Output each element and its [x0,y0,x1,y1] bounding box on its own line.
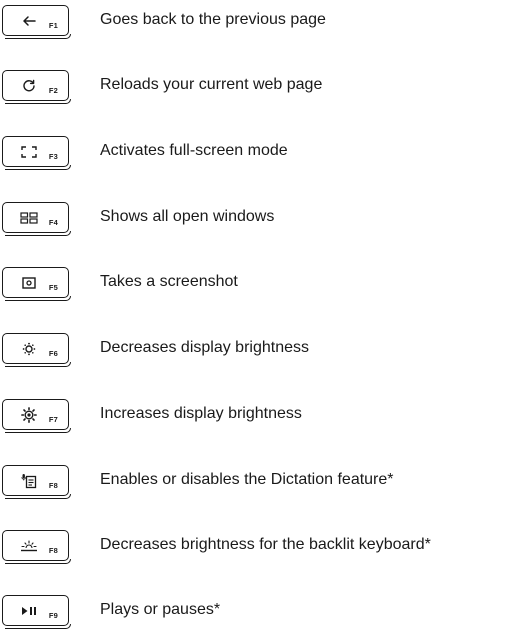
shortcut-description: Goes back to the previous page [100,11,326,28]
overview-windows-icon [16,208,42,228]
f7-key: F7 [2,399,71,433]
key-label: F6 [48,349,58,358]
shortcut-row-full-screen: F3 Activates full-screen mode [0,136,520,170]
shortcut-row-keyboard-backlight: F8 Decreases brightness for the backlit … [0,530,520,564]
keyboard-backlight-down-icon [16,536,42,556]
shortcut-row-brightness-up: F7 Increases display brightness [0,399,520,433]
key-label: F7 [48,415,58,424]
key-label: F8 [48,546,58,555]
f1-key: F1 [2,5,71,39]
shortcut-row-brightness-down: F6 Decreases display brightness [0,333,520,367]
shortcut-description: Plays or pauses* [100,601,221,618]
back-arrow-icon [16,11,42,31]
brightness-down-icon [16,339,42,359]
f6-key: F6 [2,333,71,367]
shortcut-description: Activates full-screen mode [100,142,288,159]
shortcut-description: Shows all open windows [100,208,275,225]
key-label: F4 [48,218,58,227]
f3-key: F3 [2,136,71,170]
key-label: F8 [48,481,58,490]
play-pause-icon [16,601,42,621]
shortcut-row-reload: F2 Reloads your current web page [0,70,520,104]
f2-key: F2 [2,70,71,104]
key-label: F9 [48,611,58,620]
brightness-up-icon [16,405,42,425]
full-screen-icon [16,142,42,162]
key-label: F1 [48,21,58,30]
shortcut-row-back: F1 Goes back to the previous page [0,5,520,39]
shortcut-description: Enables or disables the Dictation featur… [100,471,394,488]
f8-key: F8 [2,530,71,564]
f8-key: F8 [2,465,71,499]
f9-key: F9 [2,595,71,629]
key-label: F2 [48,86,58,95]
shortcut-row-screenshot: F5 Takes a screenshot [0,267,520,301]
key-label: F5 [48,283,58,292]
key-label: F3 [48,152,58,161]
screenshot-icon [16,273,42,293]
f4-key: F4 [2,202,71,236]
dictation-icon [16,471,42,491]
shortcut-description: Increases display brightness [100,405,302,422]
shortcut-row-overview: F4 Shows all open windows [0,202,520,236]
shortcut-description: Reloads your current web page [100,76,323,93]
shortcut-description: Takes a screenshot [100,273,238,290]
reload-icon [16,76,42,96]
shortcut-row-dictation: F8 Enables or disables the Dictation fea… [0,465,520,499]
shortcut-description: Decreases display brightness [100,339,309,356]
shortcut-row-play-pause: F9 Plays or pauses* [0,595,520,629]
shortcut-description: Decreases brightness for the backlit key… [100,536,431,553]
f5-key: F5 [2,267,71,301]
